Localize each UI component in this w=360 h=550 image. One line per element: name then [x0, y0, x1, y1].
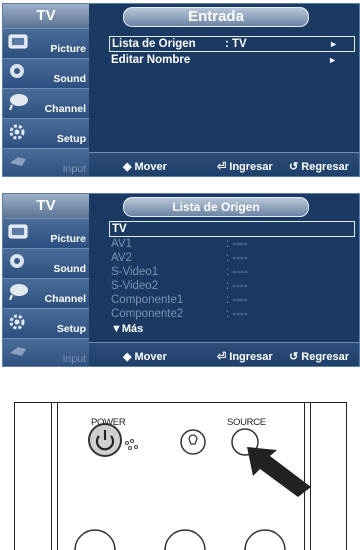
sidebar-item-label: Input	[62, 163, 86, 175]
header-bar: Lista de Origen	[89, 194, 359, 218]
setup-icon	[9, 314, 25, 330]
sidebar-item-sound[interactable]: Sound	[3, 248, 89, 278]
menu-title: Lista de Origen	[123, 197, 309, 217]
row-value: : ----	[226, 308, 248, 320]
osd-menu-lista-de-origen: TV Picture Sound Channel Setup Input Lis…	[2, 193, 360, 367]
input-icon	[10, 157, 26, 166]
row-value: : ----	[226, 238, 248, 250]
source-label: SOURCE	[227, 417, 266, 428]
submenu-arrow-icon: ►	[328, 55, 337, 65]
row-label: Lista de Origen	[112, 38, 196, 50]
osd-menu-entrada: TV Picture Sound Channel Setup Input Ent…	[2, 3, 360, 177]
picture-icon	[8, 34, 28, 49]
sidebar-title: TV	[3, 194, 90, 218]
channel-icon	[9, 284, 28, 300]
pointer-arrow-icon	[247, 447, 311, 497]
menu-row-lista-de-origen[interactable]: Lista de Origen : TV ►	[109, 36, 355, 52]
remote-control: POWER SOURCE	[14, 402, 347, 550]
remote-illustration	[74, 423, 311, 550]
channel-icon	[9, 94, 28, 110]
row-value: : ----	[226, 266, 248, 278]
hint-return: ↺ Regresar	[289, 351, 349, 363]
sidebar-item-input[interactable]: Input	[3, 148, 89, 176]
hint-move: ◆ Mover	[123, 351, 167, 363]
source-row-s-video2[interactable]: S-Video2 : ----	[111, 279, 353, 293]
light-icon	[180, 429, 206, 455]
menu-content: Lista de Origen : TV ► Editar Nombre ►	[89, 28, 359, 152]
sidebar-item-setup[interactable]: Setup	[3, 308, 89, 338]
sidebar-item-label: Setup	[56, 133, 86, 145]
header-bar: Entrada	[89, 4, 359, 28]
menu-content: TV AV1 : ---- AV2 : ---- S-Video1 : ----…	[89, 218, 359, 342]
hint-bar: ◆ Mover ⏎ Ingresar ↺ Regresar	[89, 342, 359, 366]
sidebar-item-label: Sound	[53, 73, 86, 85]
row-label: AV1	[111, 238, 132, 250]
sidebar-item-label: Sound	[53, 263, 86, 275]
hint-return: ↺ Regresar	[289, 161, 349, 173]
row-label: Componente1	[111, 294, 184, 306]
menu-row-editar-nombre[interactable]: Editar Nombre ►	[111, 53, 353, 67]
sidebar-item-picture[interactable]: Picture	[3, 218, 89, 248]
sidebar-item-label: Input	[62, 353, 86, 365]
sidebar-item-label: Channel	[44, 103, 86, 115]
row-label: TV	[112, 223, 127, 235]
sidebar-item-label: Picture	[50, 233, 86, 245]
source-row-av1[interactable]: AV1 : ----	[111, 237, 353, 251]
row-label: S-Video1	[111, 266, 159, 278]
sidebar-item-label: Picture	[50, 43, 86, 55]
submenu-arrow-icon: ►	[329, 39, 338, 49]
menu-title: Entrada	[123, 7, 309, 27]
sidebar-item-sound[interactable]: Sound	[3, 58, 89, 88]
sidebar-item-channel[interactable]: Channel	[3, 278, 89, 308]
sidebar-item-input[interactable]: Input	[3, 338, 89, 366]
sidebar-item-picture[interactable]: Picture	[3, 28, 89, 58]
row-value: : ----	[226, 294, 248, 306]
hint-enter: ⏎ Ingresar	[217, 351, 273, 363]
hint-enter: ⏎ Ingresar	[217, 161, 273, 173]
row-label: Componente2	[111, 308, 184, 320]
sidebar: Picture Sound Channel Setup Input	[3, 218, 89, 366]
setup-icon	[9, 124, 25, 140]
input-icon	[10, 347, 26, 356]
source-row-s-video1[interactable]: S-Video1 : ----	[111, 265, 353, 279]
row-value: : TV	[225, 38, 247, 50]
sidebar: Picture Sound Channel Setup Input	[3, 28, 89, 176]
row-label: AV2	[111, 252, 132, 264]
sound-icon	[10, 64, 24, 78]
sound-icon	[10, 254, 24, 268]
row-value: : ----	[226, 280, 248, 292]
row-label: Editar Nombre	[111, 54, 191, 66]
row-value: : ----	[226, 252, 248, 264]
picture-icon	[8, 224, 28, 239]
source-row-componente1[interactable]: Componente1 : ----	[111, 293, 353, 307]
hint-move: ◆ Mover	[123, 161, 167, 173]
hint-bar: ◆ Mover ⏎ Ingresar ↺ Regresar	[89, 152, 359, 176]
row-label: S-Video2	[111, 280, 159, 292]
power-label: POWER	[91, 417, 126, 428]
sidebar-item-label: Channel	[44, 293, 86, 305]
sidebar-title: TV	[3, 4, 90, 28]
sidebar-item-setup[interactable]: Setup	[3, 118, 89, 148]
sidebar-item-label: Setup	[56, 323, 86, 335]
source-row-av2[interactable]: AV2 : ----	[111, 251, 353, 265]
more-button[interactable]: ▼Más	[111, 323, 143, 335]
source-row-componente2[interactable]: Componente2 : ----	[111, 307, 353, 321]
source-row-tv[interactable]: TV	[109, 221, 355, 237]
sidebar-item-channel[interactable]: Channel	[3, 88, 89, 118]
